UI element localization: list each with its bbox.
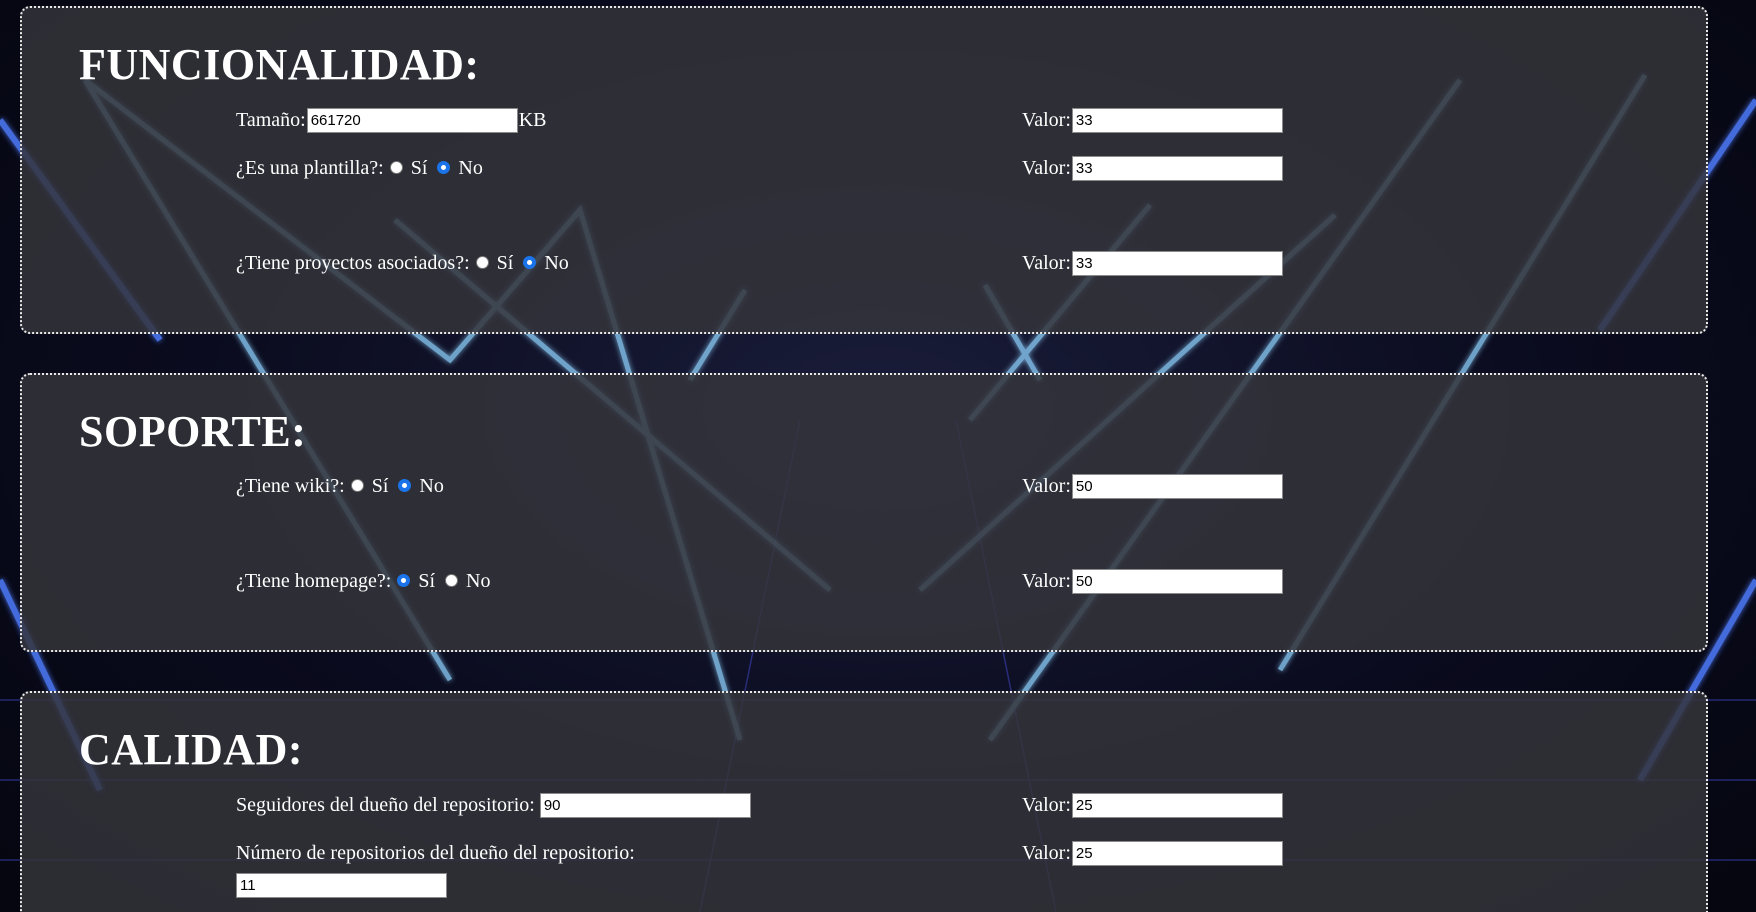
valor-label: Valor: xyxy=(1022,157,1071,179)
valor-input-seguidores[interactable] xyxy=(1071,792,1283,818)
soporte-valor-row-2: Valor: xyxy=(1022,568,1284,594)
plantilla-label: ¿Es una plantilla?: xyxy=(236,157,384,179)
valor-input-tamano[interactable] xyxy=(1071,107,1283,133)
plantilla-row: ¿Es una plantilla?: Sí No xyxy=(236,155,487,181)
homepage-no-radio[interactable] xyxy=(445,573,459,587)
wiki-label: ¿Tiene wiki?: xyxy=(236,475,345,497)
num-repos-row: Número de repositorios del dueño del rep… xyxy=(236,840,635,866)
funcionalidad-valor-row-3: Valor: xyxy=(1022,250,1284,276)
homepage-no-label: No xyxy=(466,570,491,592)
homepage-row: ¿Tiene homepage?: Sí No xyxy=(236,568,494,594)
homepage-si-radio[interactable] xyxy=(397,573,411,587)
proyectos-si-label: Sí xyxy=(496,252,514,274)
homepage-si-label: Sí xyxy=(418,570,436,592)
funcionalidad-section: FUNCIONALIDAD: Tamaño: KB Valor: ¿Es una… xyxy=(20,6,1708,334)
valor-input-plantilla[interactable] xyxy=(1071,155,1283,181)
funcionalidad-title: FUNCIONALIDAD: xyxy=(79,40,480,89)
wiki-no-radio[interactable] xyxy=(398,478,412,492)
seguidores-label: Seguidores del dueño del repositorio: xyxy=(236,794,535,816)
funcionalidad-valor-row-1: Valor: xyxy=(1022,107,1284,133)
valor-input-wiki[interactable] xyxy=(1071,473,1283,499)
tamano-label: Tamaño: xyxy=(236,109,306,131)
calidad-section: CALIDAD: Seguidores del dueño del reposi… xyxy=(20,691,1708,912)
soporte-section: SOPORTE: ¿Tiene wiki?: Sí No Valor: ¿Tie… xyxy=(20,373,1708,652)
homepage-label: ¿Tiene homepage?: xyxy=(236,570,392,592)
valor-label: Valor: xyxy=(1022,570,1071,592)
valor-label: Valor: xyxy=(1022,475,1071,497)
valor-input-proyectos[interactable] xyxy=(1071,250,1283,276)
valor-input-num-repos[interactable] xyxy=(1071,840,1283,866)
valor-label: Valor: xyxy=(1022,794,1071,816)
proyectos-si-radio[interactable] xyxy=(475,255,489,269)
calidad-title: CALIDAD: xyxy=(79,725,303,774)
proyectos-row: ¿Tiene proyectos asociados?: Sí No xyxy=(236,250,573,276)
soporte-valor-row-1: Valor: xyxy=(1022,473,1284,499)
valor-label: Valor: xyxy=(1022,842,1071,864)
funcionalidad-valor-row-2: Valor: xyxy=(1022,155,1284,181)
num-repos-input-wrap xyxy=(235,873,448,898)
calidad-valor-row-1: Valor: xyxy=(1022,792,1284,818)
plantilla-si-radio[interactable] xyxy=(389,160,403,174)
soporte-title: SOPORTE: xyxy=(79,407,307,456)
calidad-valor-row-2: Valor: xyxy=(1022,840,1284,866)
seguidores-row: Seguidores del dueño del repositorio: xyxy=(236,792,752,818)
proyectos-label: ¿Tiene proyectos asociados?: xyxy=(236,252,470,274)
plantilla-si-label: Sí xyxy=(410,157,428,179)
seguidores-input[interactable] xyxy=(539,792,751,818)
wiki-si-label: Sí xyxy=(371,475,389,497)
plantilla-no-label: No xyxy=(458,157,483,179)
wiki-no-label: No xyxy=(419,475,444,497)
wiki-row: ¿Tiene wiki?: Sí No xyxy=(236,473,448,499)
valor-input-homepage[interactable] xyxy=(1071,568,1283,594)
wiki-si-radio[interactable] xyxy=(350,478,364,492)
tamano-input[interactable] xyxy=(306,107,518,133)
plantilla-no-radio[interactable] xyxy=(437,160,451,174)
tamano-row: Tamaño: KB xyxy=(236,107,546,133)
tamano-unit: KB xyxy=(518,109,547,131)
proyectos-no-label: No xyxy=(544,252,569,274)
num-repos-input[interactable] xyxy=(236,873,447,898)
valor-label: Valor: xyxy=(1022,252,1071,274)
num-repos-label: Número de repositorios del dueño del rep… xyxy=(236,842,635,864)
proyectos-no-radio[interactable] xyxy=(523,255,537,269)
valor-label: Valor: xyxy=(1022,109,1071,131)
